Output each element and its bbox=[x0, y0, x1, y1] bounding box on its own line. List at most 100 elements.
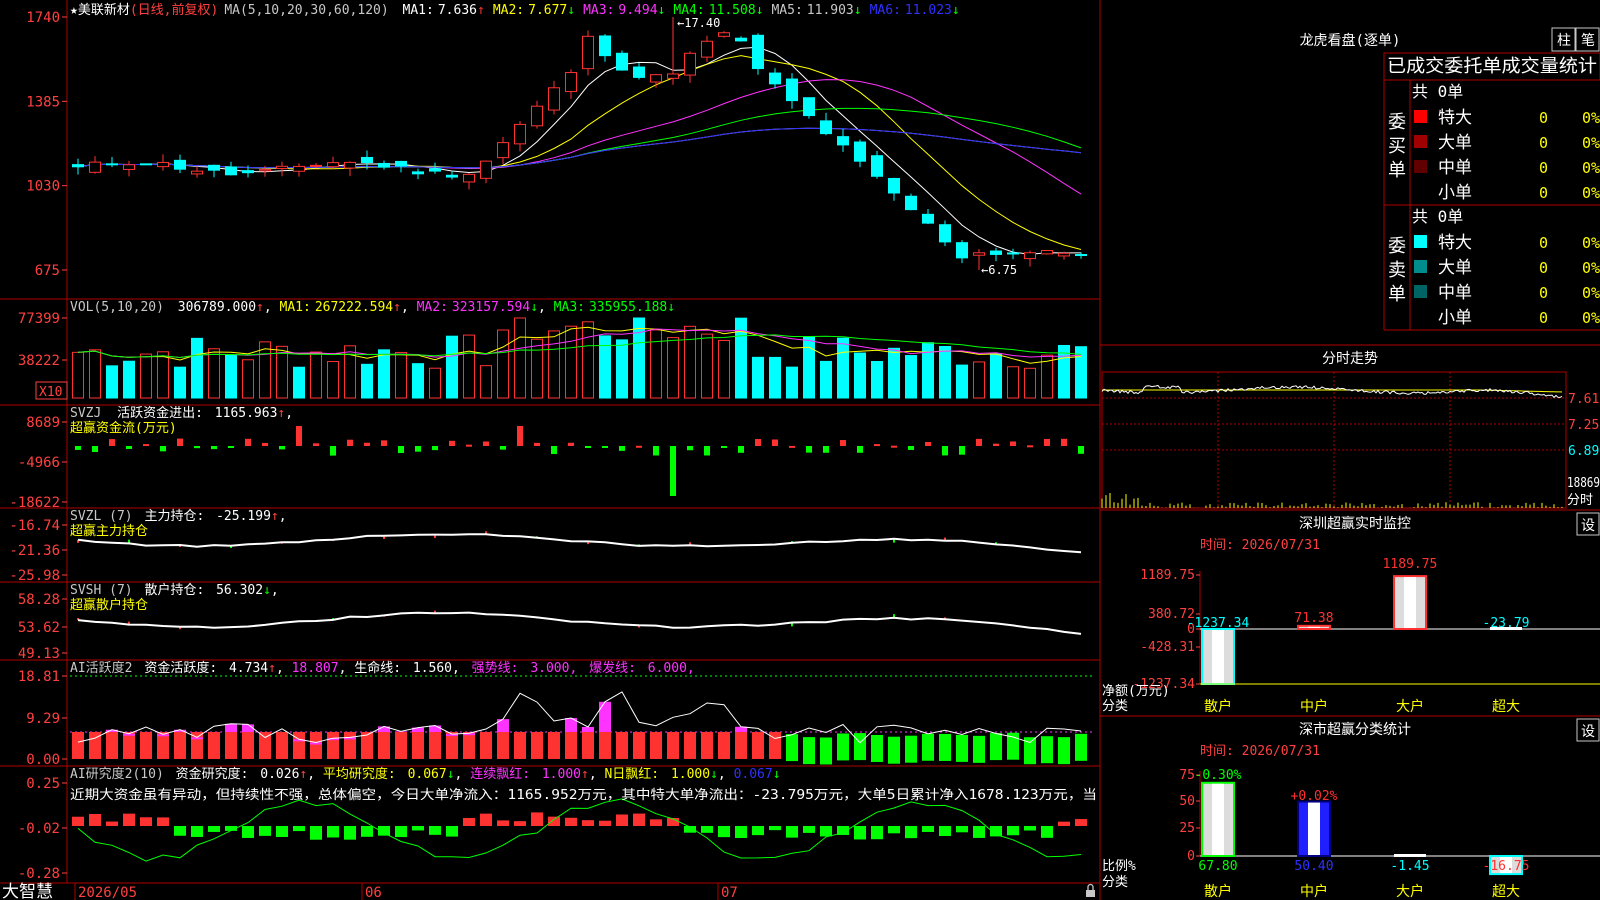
svzj-bar bbox=[1044, 438, 1050, 446]
research-bar bbox=[72, 816, 84, 826]
research-bar bbox=[106, 821, 118, 826]
sz-class-settings-button[interactable]: 设 bbox=[1576, 718, 1600, 742]
ai-active-panel[interactable]: 18.81 9.29 0.00 AI活跃度2 资金活跃度: 4.734↑, 18.8… bbox=[18, 660, 1095, 768]
active-base-bar bbox=[208, 732, 220, 759]
active-base-bar bbox=[616, 732, 628, 759]
kline-panel[interactable]: 1740 1385 1030 675 ←17.40 ←6.75 ★美联新材(日线,前复… bbox=[26, 2, 1087, 279]
svsh-panel[interactable]: 58.2853.6249.13 SVSH (7) 散户持仓: 56.302↓, … bbox=[18, 582, 1082, 662]
vol-ma3-value: 335955.188 bbox=[589, 300, 667, 315]
candle-body bbox=[327, 162, 339, 168]
chart-value-label: -1237.34 bbox=[1187, 616, 1250, 631]
longhu-panel[interactable]: 龙虎看盘(逐单) 柱 笔 已成交委托单成交量统计 委买单 委卖单 共 0单 共 … bbox=[1300, 27, 1600, 331]
volume-bar bbox=[701, 333, 713, 399]
svzl-tick: -16.74 bbox=[9, 518, 60, 534]
chart-bar: 超大 bbox=[1490, 627, 1522, 715]
candle-body bbox=[497, 142, 509, 159]
svzj-bar bbox=[347, 439, 353, 446]
ai-research-panel[interactable]: 0.25-0.02-0.28 AI研究度2(10) 资金研究度: 0.026↑,… bbox=[18, 766, 1097, 882]
active-base-bar bbox=[514, 732, 526, 759]
volume-bar bbox=[820, 360, 832, 399]
svzl-value: -25.199 bbox=[216, 509, 271, 524]
ai-research-comment: 近期大资金虽有异动，但持续性不强，总体偏空，今日大单净流入：1165.952万元… bbox=[70, 787, 1097, 803]
active-base-bar bbox=[837, 733, 849, 761]
row-name: 小单 bbox=[1438, 308, 1472, 328]
price-tick: 1740 bbox=[26, 10, 60, 26]
candle bbox=[633, 62, 645, 80]
svzj-bar bbox=[1027, 445, 1033, 448]
volume-bar bbox=[752, 356, 764, 399]
ma-params: MA(5,10,20,30,60,120) bbox=[224, 3, 388, 18]
volume-header: VOL(5,10,20) 306789.000↑, MA1: 267222.594… bbox=[70, 300, 675, 315]
candle-body bbox=[480, 160, 492, 179]
candle bbox=[888, 177, 900, 201]
ma-label-2: MA2: bbox=[493, 3, 524, 18]
svzj-bar bbox=[1078, 446, 1084, 454]
candle-body bbox=[803, 97, 815, 117]
longhu-row: 大单 0 0% bbox=[1414, 258, 1600, 278]
tick-mode-button[interactable]: 笔 bbox=[1575, 27, 1600, 52]
ma-value-6: 11.023 bbox=[905, 3, 952, 18]
svzl-header: SVZL (7) 主力持仓: -25.199↑, bbox=[70, 509, 287, 524]
candle-body bbox=[1007, 252, 1019, 255]
svzl-panel[interactable]: -16.74 -21.36 -25.98 SVZL (7) 主力持仓: -25.19… bbox=[9, 509, 1082, 584]
sz-monitor-title: 深圳超赢实时监控 bbox=[1299, 515, 1411, 532]
active-base-bar bbox=[480, 732, 492, 759]
sz-class-panel[interactable]: 深市超赢分类统计 设 时间: 2026/07/31 75 50 25 0 散户 中户 大户 超… bbox=[1102, 718, 1600, 900]
svzj-bar bbox=[483, 441, 489, 446]
research-bar bbox=[769, 826, 781, 831]
volume-axis: 77399 38222 bbox=[18, 311, 67, 369]
candle-body bbox=[395, 160, 407, 167]
candle-body bbox=[650, 74, 662, 83]
svzj-arrow: ↑ bbox=[277, 406, 285, 421]
chart-bar: 散户 bbox=[1201, 628, 1235, 715]
volume-bar bbox=[616, 339, 628, 399]
ai-research-header: AI研究度2(10) 资金研究度: 0.026↑, 平均研究度: 0.067↓,… bbox=[70, 766, 781, 782]
star-icon: ★ bbox=[70, 3, 78, 18]
volume-bar bbox=[140, 353, 152, 399]
research-bar bbox=[259, 826, 271, 836]
svzj-panel[interactable]: 8689-4966-18622 SVZJ 活跃资金进出: 1165.963↑, … bbox=[9, 405, 1084, 511]
research-bar bbox=[191, 826, 203, 837]
vol-ma1-label: MA1: bbox=[280, 300, 311, 315]
lock-icon[interactable] bbox=[1086, 883, 1095, 897]
volume-bar bbox=[871, 361, 883, 399]
svzj-bar bbox=[449, 440, 455, 446]
volume-panel[interactable]: 7739938222 VOL(5,10,20) 306789.000↑, MA1… bbox=[18, 300, 1087, 400]
active-top-bar bbox=[582, 726, 594, 732]
active-base-bar bbox=[650, 732, 662, 759]
volume-bar bbox=[174, 366, 186, 399]
active-base-bar bbox=[106, 732, 118, 759]
sep: , bbox=[538, 300, 546, 315]
bar-mode-button[interactable]: 柱 bbox=[1551, 27, 1576, 52]
row-swatch bbox=[1414, 260, 1427, 273]
intraday-panel[interactable]: 分时走势 7.61 7.25 6.89 18869 分时 bbox=[1101, 351, 1600, 509]
chart-bar-highlight bbox=[1308, 626, 1320, 628]
candle-body bbox=[1024, 252, 1036, 260]
svsh-subtitle: 超赢散户持仓 bbox=[70, 597, 148, 613]
research-bar bbox=[752, 826, 764, 836]
svsh-tick: 53.62 bbox=[18, 620, 60, 636]
candle bbox=[89, 156, 101, 174]
tick-mode-label: 笔 bbox=[1581, 33, 1595, 49]
candle bbox=[412, 168, 424, 180]
volume-bar bbox=[973, 361, 985, 399]
candle bbox=[735, 36, 747, 42]
candle-body bbox=[225, 166, 237, 176]
ai-active-header: AI活跃度2 资金活跃度: 4.734↑, 18.807, 生命线: 1.560… bbox=[70, 660, 695, 676]
svzj-bar bbox=[1010, 441, 1016, 446]
volume-bar bbox=[548, 330, 560, 399]
candle bbox=[327, 156, 339, 169]
ma-label-5: MA5: bbox=[771, 3, 802, 18]
candle bbox=[157, 154, 169, 171]
sz-monitor-panel[interactable]: 深圳超赢实时监控 设 时间: 2026/07/31 1189.75380.720… bbox=[1102, 512, 1600, 715]
svzj-header: SVZJ 活跃资金进出: 1165.963↑, bbox=[70, 405, 293, 421]
research-bar bbox=[446, 826, 458, 837]
sz-class-time: 时间: 2026/07/31 bbox=[1200, 744, 1320, 759]
active-base-bar bbox=[344, 732, 356, 759]
sz-monitor-settings-button[interactable]: 设 bbox=[1576, 512, 1600, 536]
intraday-lines bbox=[1101, 384, 1563, 508]
svzj-bar bbox=[500, 446, 506, 450]
active-base-bar bbox=[72, 732, 84, 759]
ai-research-label3: 连续飘红: bbox=[470, 766, 530, 782]
ai-active-label3: 生命线: bbox=[354, 660, 401, 676]
